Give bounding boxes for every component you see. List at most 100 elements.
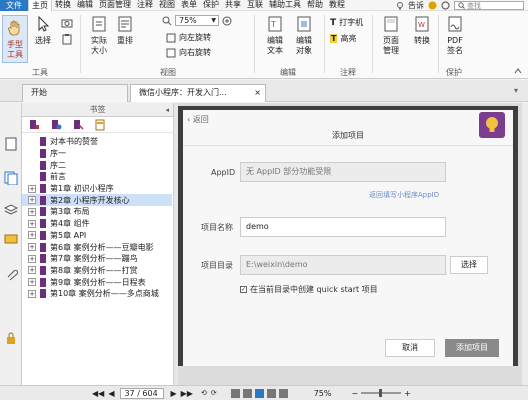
continuous-icon[interactable]: [242, 388, 252, 398]
bookmark-item[interactable]: + 第9章 案例分析——日程表: [22, 276, 172, 288]
page-number-input[interactable]: 37 / 604: [120, 387, 165, 399]
typewriter-button[interactable]: T 打字机: [330, 17, 363, 28]
bookmark-item[interactable]: + 第2章 小程序开发核心: [22, 194, 172, 207]
tab-start[interactable]: 开始: [22, 84, 128, 102]
menu-item[interactable]: 教程: [326, 0, 348, 11]
highlight-button[interactable]: T 高亮: [330, 33, 356, 44]
bookmark-item[interactable]: + 第4章 组件: [22, 218, 172, 230]
actual-size-button[interactable]: 实际 大小: [86, 15, 112, 56]
facing-icon[interactable]: [254, 388, 264, 398]
zoom-icon[interactable]: [162, 16, 172, 26]
expand-icon[interactable]: +: [28, 207, 36, 216]
history-forward-icon[interactable]: ⟳: [211, 389, 217, 397]
bookmark-item[interactable]: 序二: [22, 159, 172, 171]
select-button[interactable]: 选择: [32, 15, 54, 46]
expand-icon[interactable]: +: [28, 278, 36, 287]
convert-button[interactable]: W 转换: [410, 15, 434, 46]
settings-icon[interactable]: [441, 1, 450, 10]
bookmark-item[interactable]: + 第8章 案例分析——打赏: [22, 265, 172, 277]
menu-item[interactable]: 共享: [222, 0, 244, 11]
layers-icon[interactable]: [4, 203, 18, 217]
bookmark-item[interactable]: + 第10章 案例分析——多点商城: [22, 288, 172, 300]
bookmark-item[interactable]: + 第5章 API: [22, 230, 172, 242]
menu-item[interactable]: 互联: [244, 0, 266, 11]
bookmark-item[interactable]: + 第7章 案例分析——蹦鸟: [22, 253, 172, 265]
bookmark-item[interactable]: 序一: [22, 148, 172, 160]
fit-icon[interactable]: [278, 388, 288, 398]
menu-item[interactable]: 编辑: [74, 0, 96, 11]
expand-icon[interactable]: +: [28, 196, 36, 205]
attachment-icon[interactable]: [4, 267, 18, 281]
menu-item[interactable]: 注释: [134, 0, 156, 11]
menu-item[interactable]: 主页: [28, 0, 52, 11]
edit-object-button[interactable]: 编辑 对象: [290, 15, 318, 56]
pages-icon[interactable]: [4, 171, 18, 185]
bookmark-label: 第4章 组件: [50, 219, 90, 229]
pdf-sign-button[interactable]: PDF 签名: [442, 15, 468, 56]
expand-icon[interactable]: +: [28, 184, 36, 193]
hand-tool-button[interactable]: 手型 工具: [2, 15, 28, 63]
prev-page-icon[interactable]: ◀: [108, 389, 114, 398]
tab-document[interactable]: 微信小程序：开发入门... ×: [130, 84, 266, 102]
tell-me[interactable]: 告诉: [408, 0, 424, 11]
vertical-scrollbar[interactable]: [522, 103, 528, 385]
tab-label: 开始: [31, 88, 47, 97]
menu-item[interactable]: 保护: [200, 0, 222, 11]
ribbon-collapse-icon[interactable]: [514, 67, 522, 75]
next-page-icon[interactable]: ▶: [170, 389, 176, 398]
menu-item[interactable]: 辅助工具: [266, 0, 304, 11]
file-menu[interactable]: 文件: [0, 0, 28, 11]
zoom-select[interactable]: 75% ▼: [175, 15, 219, 26]
bookmark-item[interactable]: + 第1章 初识小程序: [22, 183, 172, 195]
single-page-icon[interactable]: [230, 388, 240, 398]
divider: [183, 145, 513, 146]
add-bookmark-icon[interactable]: [50, 119, 62, 131]
reflow-button[interactable]: 重排: [114, 15, 136, 46]
user-icon[interactable]: [428, 1, 437, 10]
bookmark-item[interactable]: 对本书的赞誉: [22, 136, 172, 148]
edit-text-label: 编辑 文本: [267, 36, 283, 55]
delete-bookmark-icon[interactable]: [72, 119, 84, 131]
tab-list-icon[interactable]: ▾: [514, 86, 518, 95]
lock-icon[interactable]: [4, 331, 18, 345]
panel-menu-icon[interactable]: ◂: [165, 103, 169, 117]
expand-icon[interactable]: +: [28, 243, 36, 252]
rotate-right-button[interactable]: 向右旋转: [166, 47, 211, 58]
group-edit-label: 编辑: [280, 68, 296, 77]
first-page-icon[interactable]: ◀◀: [92, 389, 104, 398]
menu-item[interactable]: 页面管理: [96, 0, 134, 11]
history-back-icon[interactable]: ⟲: [201, 389, 207, 397]
menu-item[interactable]: 视图: [156, 0, 178, 11]
zoom-in-icon[interactable]: +: [404, 389, 411, 398]
page-manage-button[interactable]: 页面 管理: [378, 15, 404, 56]
rotate-left-button[interactable]: 向左旋转: [166, 32, 211, 43]
snapshot-button[interactable]: [60, 17, 74, 32]
expand-icon[interactable]: +: [28, 266, 36, 275]
bookmark-item[interactable]: 前言: [22, 171, 172, 183]
edit-text-button[interactable]: T 编辑 文本: [262, 15, 288, 56]
menu-item[interactable]: 帮助: [304, 0, 326, 11]
menu-item[interactable]: 表单: [178, 0, 200, 11]
bookmark-item[interactable]: + 第3章 布局: [22, 206, 172, 218]
bookmark-item[interactable]: + 第6章 案例分析——豆瓣电影: [22, 241, 172, 253]
zoom-in-icon[interactable]: [222, 16, 232, 26]
zoom-slider[interactable]: [361, 389, 402, 397]
expand-icon[interactable]: +: [28, 289, 36, 298]
expand-icon[interactable]: +: [28, 219, 36, 228]
expand-icon[interactable]: +: [28, 254, 36, 263]
comments-icon[interactable]: [4, 233, 18, 247]
search-input[interactable]: 查找: [454, 1, 524, 10]
continuous-facing-icon[interactable]: [266, 388, 276, 398]
last-page-icon[interactable]: ▶▶: [181, 389, 193, 398]
expand-icon[interactable]: +: [28, 231, 36, 240]
close-icon[interactable]: ×: [254, 85, 261, 101]
clipboard-button[interactable]: [60, 33, 74, 48]
hand-tool-label: 手型 工具: [7, 40, 23, 59]
search-placeholder: 查找: [467, 1, 481, 10]
zoom-slider-thumb[interactable]: [379, 389, 383, 397]
page-thumbnail-icon[interactable]: [4, 137, 18, 151]
bookmark-options-icon[interactable]: [28, 119, 40, 131]
zoom-out-icon[interactable]: −: [351, 389, 358, 398]
bookmark-search-icon[interactable]: [94, 119, 106, 131]
menu-item[interactable]: 转换: [52, 0, 74, 11]
